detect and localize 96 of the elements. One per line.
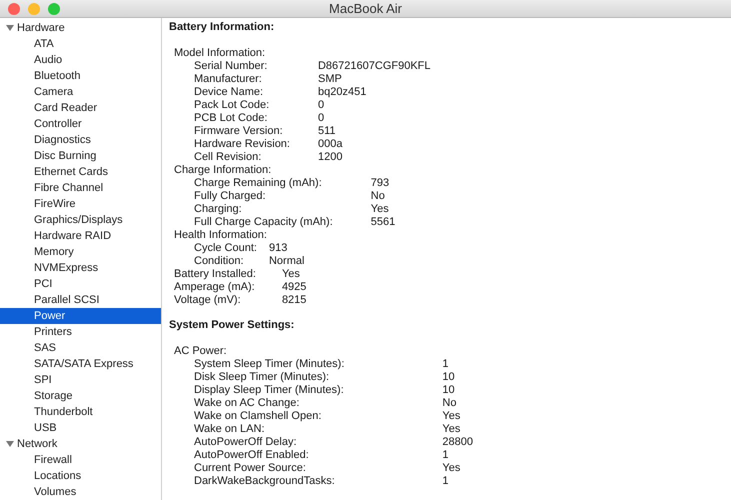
sidebar-item[interactable]: Thunderbolt bbox=[0, 404, 161, 420]
property-value: 8215 bbox=[282, 294, 306, 307]
sidebar-item[interactable]: Camera bbox=[0, 84, 161, 100]
sidebar-item[interactable]: Disc Burning bbox=[0, 148, 161, 164]
disclosure-triangle-icon[interactable] bbox=[6, 24, 14, 32]
property-value: 5561 bbox=[370, 216, 396, 229]
property-label: Cycle Count: bbox=[194, 242, 257, 255]
property-value: 1 bbox=[442, 449, 450, 462]
property-value: Yes bbox=[442, 410, 462, 423]
section-heading: Battery Information: bbox=[169, 21, 276, 34]
minimize-button[interactable] bbox=[28, 2, 40, 14]
sidebar-item[interactable]: Storage bbox=[0, 388, 161, 404]
sidebar-item[interactable]: Controller bbox=[0, 116, 161, 132]
sidebar-item[interactable]: Locations bbox=[0, 468, 161, 484]
sidebar-item[interactable]: Bluetooth bbox=[0, 68, 161, 84]
property-label: Fully Charged: bbox=[194, 190, 267, 203]
property-label: Voltage (mV): bbox=[174, 294, 242, 307]
property-label: Condition: bbox=[194, 255, 245, 268]
property-label: Manufacturer: bbox=[194, 73, 263, 86]
property-label: Cell Revision: bbox=[194, 151, 262, 164]
property-label: Current Power Source: bbox=[194, 462, 307, 475]
property-label: PCB Lot Code: bbox=[194, 112, 268, 125]
sidebar-item[interactable]: Audio bbox=[0, 52, 161, 68]
section-heading: System Power Settings: bbox=[169, 319, 296, 332]
group-heading: Health Information: bbox=[174, 229, 268, 242]
sidebar-item[interactable]: Power bbox=[0, 308, 161, 324]
property-label: Display Sleep Timer (Minutes): bbox=[194, 384, 344, 397]
sidebar-item[interactable]: Memory bbox=[0, 244, 161, 260]
property-value: 1 bbox=[442, 358, 450, 371]
property-label: AutoPowerOff Delay: bbox=[194, 436, 298, 449]
property-value: 0 bbox=[318, 99, 326, 112]
property-label: Pack Lot Code: bbox=[194, 99, 270, 112]
sidebar-item[interactable]: Diagnostics bbox=[0, 132, 161, 148]
sidebar-item[interactable]: Fibre Channel bbox=[0, 180, 161, 196]
property-label: Serial Number: bbox=[194, 60, 268, 73]
property-label: Wake on LAN: bbox=[194, 423, 266, 436]
sidebar-item[interactable]: ATA bbox=[0, 36, 161, 52]
property-value: 793 bbox=[370, 177, 390, 190]
property-value: 511 bbox=[318, 125, 337, 138]
property-value: Yes bbox=[442, 423, 462, 436]
property-value: bq20z451 bbox=[318, 86, 368, 99]
window-title: MacBook Air bbox=[329, 0, 402, 18]
group-heading: Charge Information: bbox=[174, 164, 272, 177]
sidebar-item[interactable]: Printers bbox=[0, 324, 161, 340]
sidebar-item[interactable]: Parallel SCSI bbox=[0, 292, 161, 308]
sidebar-item[interactable]: SPI bbox=[0, 372, 161, 388]
sidebar-item[interactable]: Graphics/Displays bbox=[0, 212, 161, 228]
sidebar-item[interactable]: Firewall bbox=[0, 452, 161, 468]
property-value: No bbox=[442, 397, 458, 410]
sidebar-item[interactable]: SATA/SATA Express bbox=[0, 356, 161, 372]
property-label: Charging: bbox=[194, 203, 243, 216]
sidebar-item[interactable]: USB bbox=[0, 420, 161, 436]
property-value: 4925 bbox=[282, 281, 306, 294]
property-label: Charge Remaining (mAh): bbox=[194, 177, 323, 190]
sidebar-item[interactable]: Volumes bbox=[0, 484, 161, 500]
sidebar-item[interactable]: PCI bbox=[0, 276, 161, 292]
property-label: Wake on AC Change: bbox=[194, 397, 300, 410]
group-heading: AC Power: bbox=[174, 345, 228, 358]
zoom-button[interactable] bbox=[48, 2, 60, 14]
sidebar-category[interactable]: Network bbox=[0, 436, 161, 452]
property-label: Wake on Clamshell Open: bbox=[194, 410, 322, 423]
property-value: 0 bbox=[318, 112, 326, 125]
property-label: Disk Sleep Timer (Minutes): bbox=[194, 371, 330, 384]
property-value: 000a bbox=[318, 138, 344, 151]
sidebar-item[interactable]: Card Reader bbox=[0, 100, 161, 116]
sidebar-category[interactable]: Hardware bbox=[0, 20, 161, 36]
property-value: 1 bbox=[442, 475, 450, 488]
property-value: Normal bbox=[268, 255, 304, 268]
property-value: Yes bbox=[442, 462, 462, 475]
close-button[interactable] bbox=[8, 2, 20, 14]
property-value: No bbox=[370, 190, 386, 203]
property-value: 28800 bbox=[442, 436, 473, 449]
property-value: 10 bbox=[442, 384, 456, 397]
property-value: 1200 bbox=[318, 151, 344, 164]
property-label: AutoPowerOff Enabled: bbox=[194, 449, 310, 462]
sidebar-item[interactable]: NVMExpress bbox=[0, 260, 161, 276]
property-label: Hardware Revision: bbox=[194, 138, 290, 151]
property-value: 913 bbox=[268, 242, 288, 255]
property-label: DarkWakeBackgroundTasks: bbox=[194, 475, 336, 488]
sidebar-item[interactable]: Ethernet Cards bbox=[0, 164, 161, 180]
property-label: Firmware Version: bbox=[194, 125, 284, 138]
group-heading: Model Information: bbox=[174, 47, 266, 60]
sidebar-item[interactable]: Hardware RAID bbox=[0, 228, 161, 244]
property-value: Yes bbox=[282, 268, 301, 281]
sidebar-item[interactable]: SAS bbox=[0, 340, 161, 356]
property-label: Battery Installed: bbox=[174, 268, 256, 281]
property-value: SMP bbox=[318, 73, 343, 86]
property-value: D86721607CGF90KFL bbox=[318, 60, 430, 73]
property-value: Yes bbox=[370, 203, 390, 216]
sidebar-item[interactable]: FireWire bbox=[0, 196, 161, 212]
property-label: System Sleep Timer (Minutes): bbox=[194, 358, 344, 371]
disclosure-triangle-icon[interactable] bbox=[6, 440, 14, 448]
property-label: Device Name: bbox=[194, 86, 264, 99]
property-value: 10 bbox=[442, 371, 456, 384]
property-label: Full Charge Capacity (mAh): bbox=[194, 216, 333, 229]
property-label: Amperage (mA): bbox=[174, 281, 256, 294]
